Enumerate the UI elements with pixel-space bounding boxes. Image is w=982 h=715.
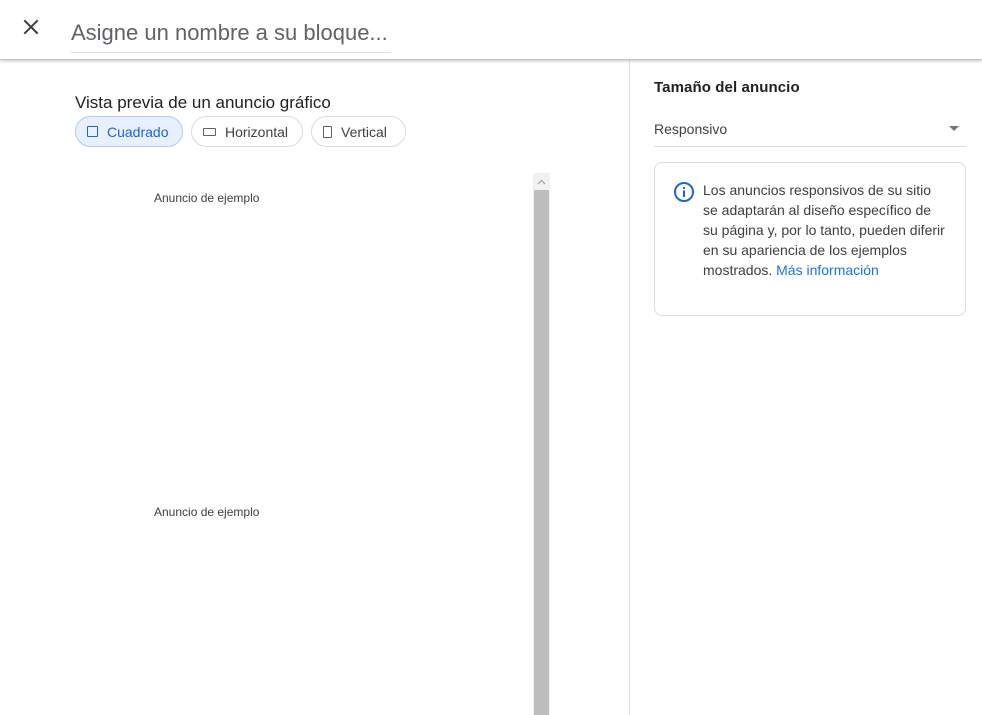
top-bar: [0, 0, 982, 60]
scroll-up-button[interactable]: [533, 173, 550, 190]
info-icon: [674, 182, 694, 202]
chip-vertical[interactable]: Vertical: [311, 116, 406, 147]
learn-more-link[interactable]: Más información: [776, 262, 879, 278]
close-button[interactable]: [15, 11, 47, 43]
chevron-up-icon: [537, 179, 546, 184]
ad-unit-name-input[interactable]: [71, 14, 391, 53]
square-icon: [87, 126, 98, 137]
vertical-rectangle-icon: [323, 125, 332, 138]
ad-size-select[interactable]: Responsivo: [654, 116, 966, 147]
scroll-thumb[interactable]: [534, 190, 549, 715]
dropdown-arrow-icon: [949, 126, 959, 131]
horizontal-rectangle-icon: [203, 127, 216, 136]
chip-square-label: Cuadrado: [107, 123, 169, 140]
ad-unit-editor: Vista previa de un anuncio gráfico Cuadr…: [0, 0, 982, 715]
ad-size-value: Responsivo: [654, 121, 728, 137]
chip-vertical-label: Vertical: [341, 123, 387, 140]
preview-pane: Vista previa de un anuncio gráfico Cuadr…: [0, 60, 629, 715]
close-icon: [23, 19, 39, 35]
chip-square[interactable]: Cuadrado: [75, 116, 183, 147]
preview-title: Vista previa de un anuncio gráfico: [75, 93, 331, 112]
info-text: Los anuncios responsivos de su sitio se …: [703, 180, 947, 280]
preview-scrollbar[interactable]: [533, 173, 550, 715]
chip-horizontal[interactable]: Horizontal: [191, 116, 303, 147]
sample-ad-label: Anuncio de ejemplo: [154, 191, 260, 205]
info-card: Los anuncios responsivos de su sitio se …: [654, 162, 966, 316]
sample-ad-label: Anuncio de ejemplo: [154, 505, 260, 519]
chip-horizontal-label: Horizontal: [225, 123, 289, 140]
ad-size-heading: Tamaño del anuncio: [654, 79, 800, 96]
settings-pane: Tamaño del anuncio Responsivo Los anunci…: [630, 60, 982, 715]
